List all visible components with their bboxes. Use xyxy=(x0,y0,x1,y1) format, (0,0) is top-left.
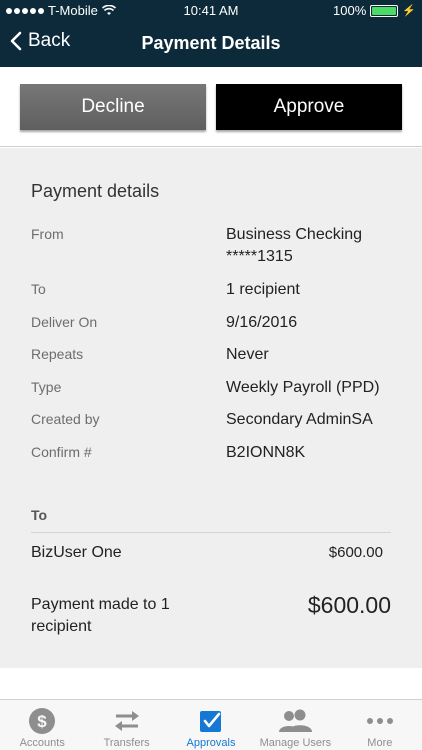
status-bar: T-Mobile 10:41 AM 100% ⚡ xyxy=(0,0,422,22)
battery-status: 100% ⚡ xyxy=(333,3,416,18)
repeats-label: Repeats xyxy=(31,346,84,362)
recipients-header: To xyxy=(31,507,48,523)
from-account-name: Business Checking xyxy=(226,226,363,243)
battery-icon xyxy=(370,4,399,17)
confirm-number-value: B2IONN8K xyxy=(226,444,306,461)
dollar-circle-icon: $ xyxy=(29,708,56,734)
svg-text:$: $ xyxy=(37,712,47,731)
created-by-label: Created by xyxy=(31,411,100,427)
repeats-value: Never xyxy=(226,346,269,363)
deliver-on-value: 9/16/2016 xyxy=(226,314,298,331)
from-value: Business Checking *****1315 xyxy=(226,224,396,268)
decline-button[interactable]: Decline xyxy=(20,84,206,130)
battery-percent: 100% xyxy=(333,3,367,18)
tab-manage-users-label: Manage Users xyxy=(259,737,332,749)
tab-bar: $ Accounts Transfers Approvals Manage Us… xyxy=(0,699,422,750)
tab-approvals[interactable]: Approvals xyxy=(169,700,253,750)
to-label: To xyxy=(31,281,46,297)
type-value: Weekly Payroll (PPD) xyxy=(226,379,380,396)
chevron-left-icon xyxy=(10,31,22,51)
transfer-arrows-icon xyxy=(114,711,139,731)
tab-more[interactable]: More xyxy=(338,700,422,750)
tab-more-label: More xyxy=(367,737,393,749)
more-dots-icon xyxy=(366,718,393,724)
approve-button[interactable]: Approve xyxy=(216,84,402,130)
type-label: Type xyxy=(31,379,62,395)
tab-approvals-label: Approvals xyxy=(186,737,236,749)
tab-transfers[interactable]: Transfers xyxy=(84,700,168,750)
from-account-number: *****1315 xyxy=(226,248,293,265)
divider xyxy=(31,532,391,533)
deliver-on-label: Deliver On xyxy=(31,314,98,330)
section-title: Payment details xyxy=(31,181,160,201)
back-button[interactable]: Back xyxy=(10,30,70,52)
from-label: From xyxy=(31,226,64,242)
confirm-number-label: Confirm # xyxy=(31,444,92,460)
charging-icon: ⚡ xyxy=(402,5,416,17)
action-bar: Decline Approve xyxy=(0,67,422,147)
summary-text: Payment made to 1 recipient xyxy=(31,596,170,635)
to-value: 1 recipient xyxy=(226,281,300,298)
tab-manage-users[interactable]: Manage Users xyxy=(253,700,337,750)
tab-accounts-label: Accounts xyxy=(19,737,65,749)
recipient-name: BizUser One xyxy=(31,544,122,561)
tab-accounts[interactable]: $ Accounts xyxy=(0,700,84,750)
top-bar: T-Mobile 10:41 AM 100% ⚡ Back Payment De… xyxy=(0,0,422,67)
back-label: Back xyxy=(28,30,71,51)
users-icon xyxy=(279,709,313,732)
payment-details-panel: Payment details From Business Checking *… xyxy=(0,148,422,668)
checkbox-icon xyxy=(200,711,222,732)
summary-amount: $600.00 xyxy=(307,592,391,618)
created-by-value: Secondary AdminSA xyxy=(226,411,373,428)
recipient-amount: $600.00 xyxy=(328,544,383,561)
tab-transfers-label: Transfers xyxy=(103,737,150,749)
